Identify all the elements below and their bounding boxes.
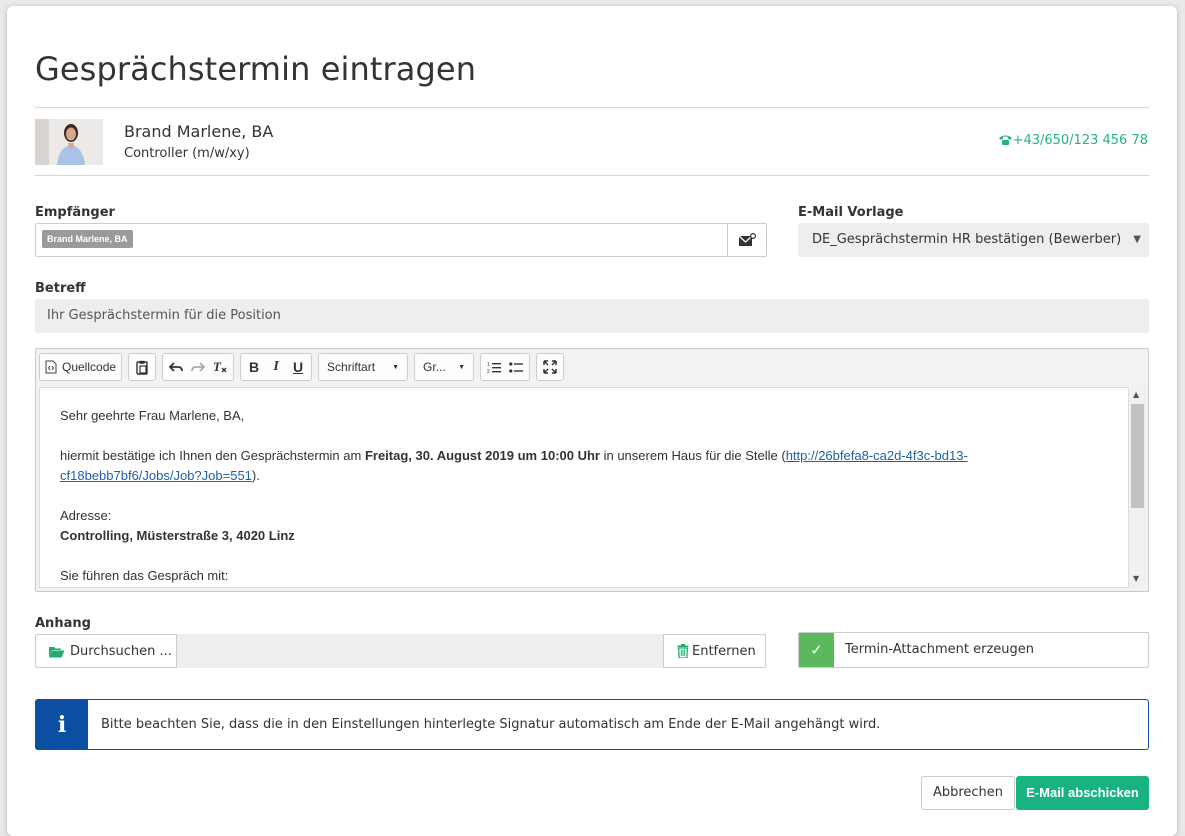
scroll-up-icon[interactable]: ▲: [1133, 390, 1139, 399]
job-link[interactable]: cf18bebb7bf6/Jobs/Job?Job=551: [60, 468, 252, 483]
bold-button[interactable]: B: [243, 354, 265, 380]
subject-label: Betreff: [35, 281, 86, 296]
toolbar-group-size: Gr... ▼: [414, 353, 475, 381]
browse-label: Durchsuchen ...: [70, 643, 172, 659]
body-greeting: Sehr geehrte Frau Marlene, BA,: [60, 408, 245, 423]
bullet-list-icon: [509, 361, 524, 373]
job-link[interactable]: http://26bfefa8-ca2d-4f3c-bd13-: [786, 448, 968, 463]
paste-button[interactable]: [131, 354, 153, 380]
phone-icon: [998, 135, 1012, 145]
toolbar-group-clipboard: [128, 353, 157, 381]
info-icon: i: [36, 700, 88, 749]
numbered-list-icon: 12: [487, 362, 502, 374]
recipient-label: Empfänger: [35, 205, 115, 220]
caret-down-icon: ▼: [458, 363, 466, 371]
font-label: Schriftart: [327, 360, 376, 374]
size-label: Gr...: [423, 360, 446, 374]
cancel-button[interactable]: Abbrechen: [921, 776, 1015, 810]
svg-text:2: 2: [487, 369, 490, 374]
remove-button[interactable]: Entfernen: [663, 634, 766, 668]
underline-icon: U: [292, 359, 304, 375]
undo-button[interactable]: [165, 354, 187, 380]
redo-icon: [191, 362, 206, 372]
scroll-down-icon[interactable]: ▼: [1133, 574, 1139, 583]
source-icon: [45, 360, 57, 374]
toolbar-group-lists: 12: [480, 353, 531, 381]
dialog-title: Gesprächstermin eintragen: [35, 50, 477, 88]
clear-format-icon: T: [213, 360, 227, 374]
body-text: hiermit bestätige ich Ihnen den Gespräch…: [60, 448, 365, 463]
toolbar-group-font: Schriftart ▼: [318, 353, 409, 381]
template-label: E-Mail Vorlage: [798, 205, 904, 220]
size-dropdown[interactable]: Gr... ▼: [415, 354, 473, 380]
italic-icon: I: [273, 359, 279, 374]
info-notice: i Bitte beachten Sie, dass die in den Ei…: [35, 699, 1149, 750]
body-paragraph: hiermit bestätige ich Ihnen den Gespräch…: [60, 446, 1100, 466]
template-select[interactable]: DE_Gesprächstermin HR bestätigen (Bewerb…: [798, 223, 1149, 257]
info-text: Bitte beachten Sie, dass die in den Eins…: [101, 717, 881, 732]
interview-line: Sie führen das Gespräch mit:: [60, 568, 229, 583]
source-button[interactable]: Quellcode: [42, 354, 119, 380]
source-label: Quellcode: [62, 360, 117, 374]
phone-number: +43/650/123 456 78: [1012, 133, 1148, 148]
bold-icon: B: [248, 359, 260, 375]
send-email-button[interactable]: E-Mail abschicken: [1016, 776, 1149, 810]
font-dropdown[interactable]: Schriftart ▼: [319, 354, 407, 380]
maximize-button[interactable]: [539, 354, 561, 380]
body-paragraph: cf18bebb7bf6/Jobs/Job?Job=551).: [60, 466, 260, 486]
toolbar-group-format: B I U: [240, 353, 313, 381]
toolbar-group-history: T: [162, 353, 235, 381]
recipient-field[interactable]: Brand Marlene, BA: [35, 223, 767, 257]
undo-icon: [169, 362, 183, 372]
body-text: in unserem Haus für die Stelle (: [599, 448, 786, 463]
recipient-tag[interactable]: Brand Marlene, BA: [42, 230, 133, 248]
clear-format-button[interactable]: T: [209, 354, 231, 380]
trash-icon: [677, 644, 689, 658]
subject-input[interactable]: Ihr Gesprächstermin für die Position: [35, 299, 1149, 333]
paste-icon: [136, 360, 148, 375]
svg-text:1: 1: [487, 362, 490, 368]
editor-toolbar: Quellcode T B I U Schriftart ▼ Gr... ▼ 1…: [39, 353, 570, 381]
file-name-field: [177, 634, 664, 668]
bullet-list-button[interactable]: [505, 354, 527, 380]
address-label: Adresse:: [60, 508, 112, 523]
divider: [35, 107, 1149, 108]
editor-scrollbar[interactable]: ▲ ▼: [1129, 387, 1146, 588]
caret-down-icon: ▼: [392, 363, 400, 371]
editor-content[interactable]: Sehr geehrte Frau Marlene, BA, hiermit b…: [39, 387, 1129, 588]
mail-settings-icon: [738, 233, 756, 246]
address-book-button[interactable]: [727, 224, 766, 256]
browse-button[interactable]: Durchsuchen ...: [35, 634, 177, 668]
template-value: DE_Gesprächstermin HR bestätigen (Bewerb…: [812, 232, 1122, 247]
avatar: [35, 119, 103, 165]
attachment-label: Anhang: [35, 616, 91, 631]
dialog: Gesprächstermin eintragen Brand Marlene,…: [7, 6, 1177, 836]
calendar-attachment-label: Termin-Attachment erzeugen: [845, 642, 1035, 657]
candidate-position: Controller (m/w/xy): [124, 146, 250, 161]
underline-button[interactable]: U: [287, 354, 309, 380]
italic-button[interactable]: I: [265, 354, 287, 380]
calendar-attachment-toggle[interactable]: ✓ Termin-Attachment erzeugen: [798, 632, 1149, 668]
redo-button[interactable]: [187, 354, 209, 380]
rich-text-editor: Quellcode T B I U Schriftart ▼ Gr... ▼ 1…: [35, 348, 1149, 592]
folder-open-icon: [49, 646, 65, 657]
address-value: Controlling, Müsterstraße 3, 4020 Linz: [60, 528, 295, 543]
scroll-thumb[interactable]: [1131, 404, 1144, 508]
candidate-name: Brand Marlene, BA: [124, 122, 274, 141]
candidate-phone[interactable]: +43/650/123 456 78: [998, 133, 1148, 148]
body-text: ).: [251, 468, 260, 483]
numbered-list-button[interactable]: 12: [483, 354, 505, 380]
remove-label: Entfernen: [692, 643, 756, 659]
toolbar-group-source: Quellcode: [39, 353, 123, 381]
toolbar-group-view: [536, 353, 565, 381]
checkmark-icon[interactable]: ✓: [799, 633, 834, 667]
maximize-icon: [543, 360, 557, 374]
caret-down-icon: ▼: [1133, 234, 1141, 245]
svg-text:T: T: [213, 360, 222, 374]
divider: [35, 175, 1149, 176]
body-date: Freitag, 30. August 2019 um 10:00 Uhr: [364, 448, 600, 463]
